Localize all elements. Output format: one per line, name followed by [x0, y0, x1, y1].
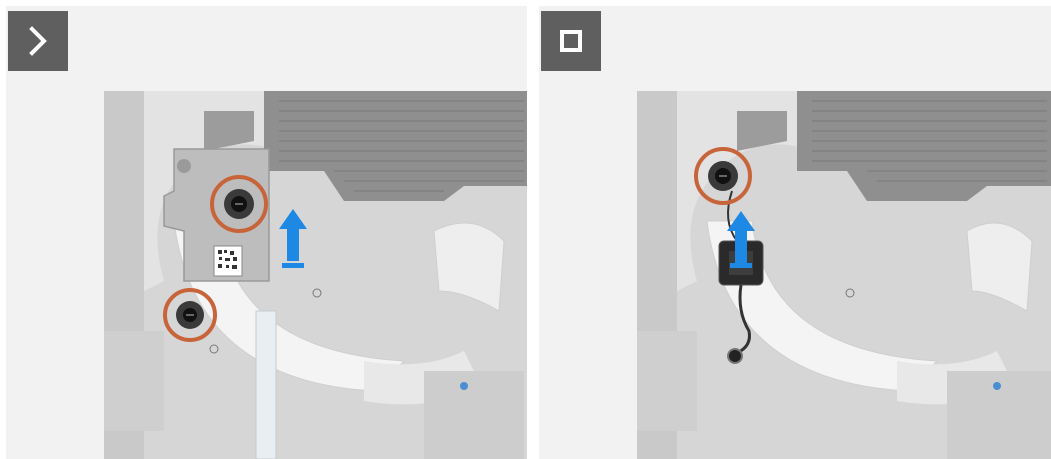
chevron-right-icon [29, 26, 47, 56]
illustration-remove-bracket [104, 91, 527, 459]
step-badge-next [8, 11, 68, 71]
step-panel-1 [6, 6, 527, 459]
square-stop-icon [560, 30, 582, 52]
step-badge-stop [541, 11, 601, 71]
illustration-remove-power-button [637, 91, 1051, 459]
step-panel-2 [539, 6, 1051, 459]
